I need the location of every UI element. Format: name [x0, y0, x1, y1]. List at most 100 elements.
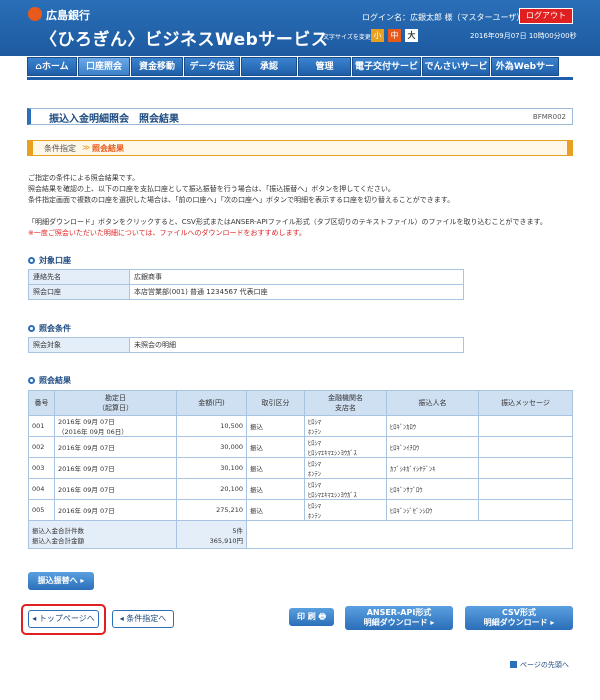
bullet-icon: [28, 257, 35, 264]
cell-type: 振込: [246, 436, 305, 458]
cell-amount: 30,100: [176, 457, 247, 479]
cell-type: 振込: [246, 457, 305, 479]
cell-no: 001: [28, 415, 55, 437]
cell-payer: ﾋﾛｷﾞﾝｼﾞｾﾞﾝｼﾛｳ: [386, 499, 479, 521]
login-info: ログイン名：広銀太郎 様（マスターユーザ）: [362, 13, 525, 22]
cell-amount: 20,100: [176, 478, 247, 500]
condition-table: 照会対象 未照会の明細: [28, 337, 464, 353]
table-cell-label: 照会口座: [28, 284, 130, 300]
cell-date: 2016年 09月 07日: [54, 457, 177, 479]
anser-download-label: ANSER-API形式: [366, 608, 432, 617]
cell-bank: ﾋﾛｼﾏ ﾋﾛｼﾏｴｷﾏｴｼﾝﾖｳｶﾞｽ: [304, 436, 387, 458]
page-top-icon: [510, 661, 517, 668]
cell-no: 005: [28, 499, 55, 521]
table-cell-label: 連絡先名: [28, 269, 130, 285]
transfer-button[interactable]: 振込振替へ ▸: [28, 572, 94, 590]
cell-bank: ﾋﾛｼﾏ ﾎﾝﾃﾝ: [304, 457, 387, 479]
tab-approval[interactable]: 承認: [241, 57, 297, 76]
sum-amount-value: 365,910円: [209, 536, 243, 545]
tab-account[interactable]: 口座照会: [78, 57, 130, 76]
nav-underline: [27, 77, 573, 80]
cell-branch-name: ﾎﾝﾃﾝ: [308, 470, 321, 478]
intro-line: 「明細ダウンロード」ボタンをクリックすると、CSV形式またはANSER-APIフ…: [28, 218, 547, 226]
fontsize-medium-button[interactable]: 中: [388, 29, 401, 42]
table-row: 照会対象 未照会の明細: [28, 337, 464, 353]
page-title: 振込入金明細照会 照会結果: [49, 114, 179, 125]
summary-labels: 振込入金合計件数 振込入金合計金額: [28, 520, 177, 549]
datetime: 2016年09月07日 10時00分00秒: [470, 32, 577, 40]
table-row: 連絡先名 広銀商事: [28, 269, 464, 285]
fontsize-large-button[interactable]: 大: [405, 29, 418, 42]
intro-text: ご指定の条件による照会結果です。 照会結果を確認の上、以下の口座を支払口座として…: [28, 173, 573, 239]
bullet-icon: [28, 377, 35, 384]
intro-line: 条件指定画面で複数の口座を選択した場合は、「前の口座へ」「次の口座へ」ボタンで明…: [28, 196, 455, 204]
intro-warning: ※一度ご照会いただいた明細については、ファイルへのダウンロードをおすすめします。: [28, 229, 306, 237]
cell-payer: ﾋﾛｷﾞﾝｶﾛｳ: [386, 415, 479, 437]
table-row: 003 2016年 09月 07日 30,100 振込 ﾋﾛｼﾏ ﾎﾝﾃﾝ ｶﾌﾞ…: [28, 457, 573, 479]
page-title-box: 振込入金明細照会 照会結果 BFMR002: [27, 108, 573, 125]
csv-download-button[interactable]: CSV形式 明細ダウンロード ▸: [465, 606, 573, 630]
tab-e-delivery[interactable]: 電子交付サービス: [352, 57, 421, 91]
cell-message: [478, 415, 573, 437]
intro-spacer: [28, 206, 573, 217]
cell-branch-name: ﾋﾛｼﾏｴｷﾏｴｼﾝﾖｳｶﾞｽ: [308, 491, 357, 499]
cell-branch-name: ﾎﾝﾃﾝ: [308, 512, 321, 520]
fontsize-small-button[interactable]: 小: [371, 29, 384, 42]
tab-home[interactable]: ⌂ホーム: [27, 57, 77, 76]
summary-values: 5件 365,910円: [176, 520, 247, 549]
logout-button[interactable]: ログアウト: [519, 8, 573, 24]
intro-line: 照会結果を確認の上、以下の口座を支払口座として振込振替を行う場合は、「振込振替へ…: [28, 185, 395, 193]
sum-count-value: 5件: [232, 526, 243, 535]
screen-id: BFMR002: [532, 113, 566, 121]
sum-amount-label: 振込入金合計金額: [32, 536, 84, 545]
table-row: 002 2016年 09月 07日 30,000 振込 ﾋﾛｼﾏ ﾋﾛｼﾏｴｷﾏｴ…: [28, 436, 573, 458]
anser-download-button[interactable]: ANSER-API形式 明細ダウンロード ▸: [345, 606, 453, 630]
cell-amount: 275,210: [176, 499, 247, 521]
cell-message: [478, 436, 573, 458]
cell-payer: ﾋﾛｷﾞﾝｻﾌﾞﾛｳ: [386, 478, 479, 500]
tab-densai[interactable]: でんさいサービス: [422, 57, 490, 91]
service-name: 〈ひろぎん〉ビジネスWebサービス: [40, 30, 329, 50]
bank-logo-icon: [28, 7, 42, 21]
anser-download-sublabel: 明細ダウンロード ▸: [363, 618, 435, 627]
csv-download-sublabel: 明細ダウンロード ▸: [483, 618, 555, 627]
column-header: 金融機関名 支店名: [304, 390, 387, 416]
page-top-link[interactable]: ページの先頭へ: [510, 660, 569, 670]
column-header: 取引区分: [246, 390, 305, 416]
print-button[interactable]: 印 刷 🖶: [289, 608, 334, 626]
condition-section-heading: 照会条件: [28, 323, 71, 334]
summary-empty: [246, 520, 573, 549]
bullet-icon: [28, 325, 35, 332]
cell-type: 振込: [246, 499, 305, 521]
step-condition: 条件指定: [44, 144, 76, 153]
cell-payer: ｶﾌﾞｼｷｶﾞｲｼﾔﾃﾞﾝｷ: [386, 457, 479, 479]
account-section-heading: 対象口座: [28, 255, 71, 266]
cell-bank: ﾋﾛｼﾏ ﾎﾝﾃﾝ: [304, 499, 387, 521]
cell-branch-name: ﾎﾝﾃﾝ: [308, 428, 321, 436]
table-row: 004 2016年 09月 07日 20,100 振込 ﾋﾛｼﾏ ﾋﾛｼﾏｴｷﾏｴ…: [28, 478, 573, 500]
column-header: 勘定日 （起算日）: [54, 390, 177, 416]
top-page-button[interactable]: ◂ トップページへ: [28, 610, 99, 628]
tab-manage[interactable]: 管理: [298, 57, 351, 76]
column-header: 振込メッセージ: [478, 390, 573, 416]
step-right-cap: [567, 141, 572, 155]
tab-fx[interactable]: 外為Webサービス: [491, 57, 559, 91]
cell-bank: ﾋﾛｼﾏ ﾎﾝﾃﾝ: [304, 415, 387, 437]
tab-transfer[interactable]: 資金移動: [131, 57, 183, 76]
fontsize-label: 文字サイズを変更: [323, 34, 371, 41]
result-section-heading: 照会結果: [28, 375, 71, 386]
intro-line: ご指定の条件による照会結果です。: [28, 174, 140, 182]
header: 広島銀行 〈ひろぎん〉ビジネスWebサービス ログイン名：広銀太郎 様（マスター…: [0, 0, 600, 56]
cell-message: [478, 499, 573, 521]
cell-branch-name: ﾋﾛｼﾏｴｷﾏｴｼﾝﾖｳｶﾞｽ: [308, 449, 357, 457]
tab-data[interactable]: データ伝送: [184, 57, 240, 76]
cell-bank: ﾋﾛｼﾏ ﾋﾛｼﾏｴｷﾏｴｼﾝﾖｳｶﾞｽ: [304, 478, 387, 500]
step-separator: ≫: [82, 143, 91, 152]
cell-bank-name: ﾋﾛｼﾏ: [308, 418, 321, 426]
condition-button[interactable]: ◂ 条件指定へ: [112, 610, 174, 628]
cell-payer: ﾋﾛｷﾞﾝｲﾁﾛｳ: [386, 436, 479, 458]
cell-no: 004: [28, 478, 55, 500]
cell-date: 2016年 09月 07日: [54, 499, 177, 521]
table-header-row: 番号 勘定日 （起算日） 金額(円) 取引区分 金融機関名 支店名 振込人名 振…: [28, 390, 573, 416]
result-table: 番号 勘定日 （起算日） 金額(円) 取引区分 金融機関名 支店名 振込人名 振…: [28, 390, 573, 549]
